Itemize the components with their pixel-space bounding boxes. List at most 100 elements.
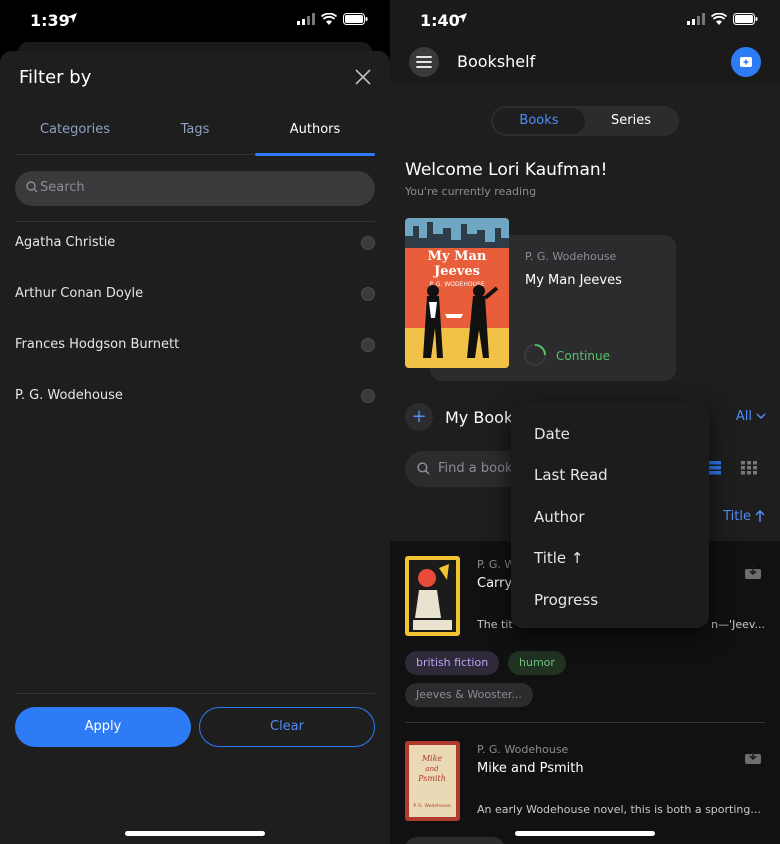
book-author: P. G. Wodehouse — [477, 743, 569, 756]
signal-icon — [687, 13, 705, 25]
book-description-end: n—'Jeev... — [711, 618, 765, 631]
filter-tabs: Categories Tags Authors — [15, 113, 375, 156]
signal-icon — [297, 13, 315, 25]
find-placeholder: Find a book — [438, 461, 513, 476]
search-input[interactable]: Search — [15, 171, 375, 206]
divider — [405, 722, 765, 723]
battery-icon — [733, 13, 758, 25]
tag-partial — [405, 837, 505, 844]
sheet-title: Filter by — [19, 67, 92, 88]
library-filter-dropdown[interactable]: All — [736, 409, 766, 424]
filter-screen: 1:39 Filter by Categories Tags Authors S… — [0, 0, 390, 844]
location-arrow-icon — [67, 13, 77, 23]
author-row[interactable]: P. G. Wodehouse — [15, 375, 375, 426]
find-book-input[interactable]: Find a book — [405, 451, 525, 487]
status-bar: 1:39 — [0, 0, 390, 42]
apply-button[interactable]: Apply — [15, 707, 191, 747]
tag[interactable]: Jeeves & Wooster... — [405, 683, 533, 707]
book-description-start: The tit — [477, 618, 513, 631]
battery-icon — [343, 13, 368, 25]
reading-subtitle: You're currently reading — [405, 185, 537, 198]
divider — [15, 693, 375, 694]
hamburger-icon — [416, 56, 432, 68]
add-book-button[interactable] — [731, 47, 761, 77]
download-icon[interactable] — [744, 750, 762, 765]
status-time: 1:40 — [420, 11, 460, 30]
author-radio[interactable] — [361, 338, 375, 352]
status-icons — [297, 13, 368, 25]
chevron-down-icon — [756, 413, 766, 420]
tab-authors[interactable]: Authors — [255, 113, 375, 156]
continue-button[interactable]: Continue — [556, 349, 610, 363]
segment-books[interactable]: Books — [493, 108, 585, 134]
close-icon[interactable] — [354, 68, 372, 86]
cover-title: My Man — [428, 249, 487, 264]
sort-option-last-read[interactable]: Last Read — [534, 466, 608, 484]
sort-value: Title — [723, 509, 751, 524]
cover-title-2: Jeeves — [433, 264, 480, 279]
author-name: Frances Hodgson Burnett — [15, 337, 180, 352]
home-indicator — [125, 831, 265, 836]
wifi-icon — [711, 13, 727, 25]
add-book-icon — [740, 57, 752, 67]
book-title: Carry — [477, 576, 513, 591]
add-to-library-button[interactable]: + — [405, 403, 433, 431]
author-name: Agatha Christie — [15, 235, 116, 250]
author-row[interactable]: Frances Hodgson Burnett — [15, 324, 375, 375]
bookshelf-screen: 1:40 Bookshelf Books Series Welcome Lori… — [390, 0, 780, 844]
author-list: Agatha Christie Arthur Conan Doyle Franc… — [15, 222, 375, 426]
welcome-heading: Welcome Lori Kaufman! — [405, 160, 608, 180]
list-item[interactable]: Mike and Psmith P. G. Wodehouse P. G. Wo… — [405, 741, 765, 826]
list-view-icon[interactable] — [709, 461, 721, 475]
author-row[interactable]: Arthur Conan Doyle — [15, 273, 375, 324]
sort-option-author[interactable]: Author — [534, 508, 585, 526]
segment-series[interactable]: Series — [585, 108, 677, 134]
status-bar: 1:40 — [390, 0, 780, 42]
author-radio[interactable] — [361, 236, 375, 250]
app-bar: Bookshelf — [390, 42, 780, 84]
tag[interactable]: british fiction — [405, 651, 500, 675]
clear-button[interactable]: Clear — [199, 707, 375, 747]
sort-option-progress[interactable]: Progress — [534, 591, 598, 609]
arrow-up-icon — [755, 510, 765, 522]
author-row[interactable]: Agatha Christie — [15, 222, 375, 273]
cover-title-3: Psmith — [417, 774, 446, 783]
book-cover-art — [405, 556, 460, 636]
search-icon — [26, 181, 38, 193]
location-arrow-icon — [457, 13, 467, 23]
search-placeholder: Search — [40, 180, 85, 195]
current-book-cover[interactable]: My Man Jeeves P. G. WODEHOUSE — [405, 218, 509, 368]
tab-categories[interactable]: Categories — [15, 113, 135, 154]
book-author: P. G. W — [477, 558, 516, 571]
sort-menu: Date Last Read Author Title ↑ Progress — [511, 402, 709, 628]
search-icon — [417, 462, 430, 475]
my-books-heading: My Book — [445, 408, 514, 427]
books-series-toggle: Books Series — [491, 106, 679, 136]
menu-button[interactable] — [409, 47, 439, 77]
grid-view-icon[interactable] — [741, 461, 757, 475]
author-radio[interactable] — [361, 389, 375, 403]
status-time: 1:39 — [30, 11, 70, 30]
tab-tags[interactable]: Tags — [135, 113, 255, 154]
filter-value: All — [735, 409, 752, 424]
author-radio[interactable] — [361, 287, 375, 301]
book-cover — [405, 556, 460, 636]
current-book-title: My Man Jeeves — [525, 273, 622, 288]
home-indicator — [515, 831, 655, 836]
book-description: An early Wodehouse novel, this is both a… — [477, 803, 761, 816]
author-name: P. G. Wodehouse — [15, 388, 123, 403]
sort-option-title[interactable]: Title ↑ — [534, 549, 583, 567]
book-cover-art: Mike and Psmith P. G. Wodehouse — [405, 741, 460, 821]
sort-button[interactable]: Title — [723, 509, 765, 524]
sort-option-date[interactable]: Date — [534, 425, 570, 443]
cover-title-2: and — [425, 765, 439, 773]
status-icons — [687, 13, 758, 25]
book-cover-art: My Man Jeeves P. G. WODEHOUSE — [405, 218, 509, 368]
download-icon[interactable] — [744, 565, 762, 580]
filter-sheet: Filter by Categories Tags Authors Search… — [0, 51, 390, 844]
tag[interactable]: humor — [508, 651, 566, 675]
cover-author: P. G. Wodehouse — [413, 803, 451, 809]
page-title: Bookshelf — [457, 52, 536, 71]
progress-ring-icon — [524, 344, 546, 366]
author-name: Arthur Conan Doyle — [15, 286, 144, 301]
